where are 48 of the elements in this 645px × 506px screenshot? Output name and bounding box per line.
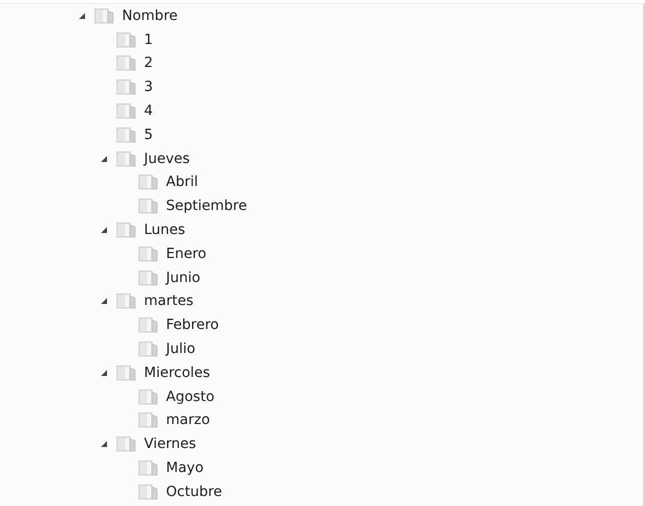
folder-icon [138,412,158,428]
tree-item-label[interactable]: Octubre [166,484,222,500]
tree-item-label[interactable]: Lunes [144,222,186,238]
tree-item-label[interactable]: Miercoles [144,364,210,381]
tree-item-label[interactable]: Viernes [144,436,196,452]
folder-icon [116,222,136,238]
folder-icon [116,55,136,72]
tree-item-label[interactable]: Agosto [166,388,214,405]
folder-icon [116,126,136,143]
folder-icon [94,8,114,24]
expanded-arrow-icon[interactable] [100,297,108,306]
folder-icon [138,174,158,190]
folder-icon [116,364,136,381]
tree-item-label[interactable]: Junio [166,270,200,286]
folder-icon [138,460,158,476]
folder-icon [116,150,136,167]
folder-icon [138,270,158,286]
folder-icon [116,103,136,120]
expanded-arrow-icon[interactable] [100,440,108,448]
expanded-arrow-icon[interactable] [78,12,86,20]
tree-item-label[interactable]: martes [144,293,194,310]
tree-item-label[interactable]: Septiembre [166,198,247,214]
expanded-arrow-icon[interactable] [100,368,108,377]
tree-item-label[interactable]: Enero [166,246,206,262]
tree-item-label[interactable]: Jueves [144,150,190,167]
tree-item-label[interactable]: 3 [144,79,153,96]
tree-item-label[interactable]: Julio [166,341,196,358]
expanded-arrow-icon[interactable] [100,226,108,234]
folder-icon [116,79,136,96]
folder-icon [116,32,136,48]
tree-item-label[interactable]: 4 [144,103,153,120]
folder-icon [138,484,158,500]
expanded-arrow-icon[interactable] [100,154,108,163]
tree-item-label[interactable]: Abril [166,174,198,190]
folder-icon [138,388,158,405]
tree-item-label[interactable]: Febrero [166,317,219,334]
folder-icon [138,246,158,262]
tree-item-label[interactable]: Nombre [122,8,178,24]
tree-item-label[interactable]: marzo [166,412,210,428]
tree-item-label[interactable]: Mayo [166,460,204,476]
folder-icon [116,293,136,310]
tree-item-label[interactable]: 5 [144,126,153,143]
tree-item-label[interactable]: 1 [144,32,153,48]
folder-icon [138,317,158,334]
folder-icon [138,341,158,358]
folder-icon [138,198,158,214]
tree-item-label[interactable]: 2 [144,55,153,72]
folder-icon [116,436,136,452]
